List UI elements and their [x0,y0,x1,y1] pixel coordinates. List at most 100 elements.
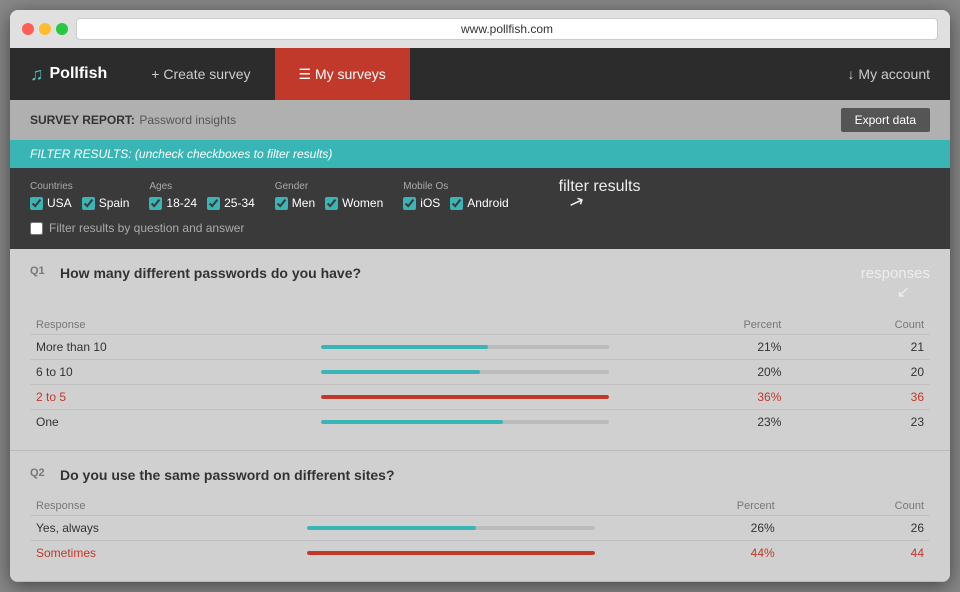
qa-filter-checkbox[interactable] [30,222,43,235]
minimize-button[interactable] [39,23,51,35]
response-label: Yes, always [30,516,301,541]
spain-checkbox[interactable] [82,197,95,210]
filter-qa-row: Filter results by question and answer [30,221,930,243]
question-2-number: Q2 [30,467,50,479]
filter-ios[interactable]: iOS [403,196,440,210]
count-value: 23 [787,410,930,435]
main-content: Q1 How many different passwords do you h… [10,249,950,582]
filter-row-main: Countries USA Spain Ages [30,178,930,213]
response-label: One [30,410,315,435]
question-1-block: Q1 How many different passwords do you h… [10,249,950,451]
my-account-nav[interactable]: ↓ My account [828,48,950,100]
count-header-2: Count [781,497,930,516]
usa-checkbox[interactable] [30,197,43,210]
mobile-os-label: Mobile os [403,181,508,192]
qa-filter-label: Filter results by question and answer [49,221,244,235]
responses-text: responses [861,265,930,282]
question-2-text: Do you use the same password on differen… [60,467,395,483]
bar-header-2 [301,497,601,516]
survey-report-bar: SURVEY REPORT: Password insights Export … [10,100,950,140]
filter-bar: FILTER RESULTS: (uncheck checkboxes to f… [10,140,950,168]
countries-label: Countries [30,181,129,192]
filter-group-mobile-os: Mobile os iOS Android [403,181,508,210]
filter-25-34[interactable]: 25-34 [207,196,255,210]
question-2-header: Q2 Do you use the same password on diffe… [30,467,930,483]
mobile-os-checkboxes: iOS Android [403,196,508,210]
filter-results-annotation: filter results ↙ [559,178,641,213]
url-bar[interactable]: www.pollfish.com [76,18,938,40]
countries-checkboxes: USA Spain [30,196,129,210]
create-survey-nav[interactable]: + Create survey [127,48,274,100]
response-header-2: Response [30,497,301,516]
response-label: More than 10 [30,335,315,360]
filter-spain[interactable]: Spain [82,196,130,210]
gender-checkboxes: Men Women [275,196,383,210]
percent-value: 20% [615,360,787,385]
spain-label: Spain [99,196,130,210]
nav-bar: ♫ Pollfish + Create survey ☰ My surveys … [10,48,950,100]
table-row: One 23% 23 [30,410,930,435]
count-value: 44 [781,541,930,566]
question-1-header: Q1 How many different passwords do you h… [30,265,930,302]
count-value: 21 [787,335,930,360]
filter-options: Countries USA Spain Ages [10,168,950,249]
filter-18-24[interactable]: 18-24 [149,196,197,210]
filter-usa[interactable]: USA [30,196,72,210]
question-2-table: Response Percent Count Yes, always 26% 2… [30,497,930,565]
filter-women[interactable]: Women [325,196,383,210]
age-25-34-label: 25-34 [224,196,255,210]
bar-cell [301,516,601,541]
count-value: 26 [781,516,930,541]
browser-chrome: www.pollfish.com [10,10,950,48]
gender-label: Gender [275,181,383,192]
response-label: 6 to 10 [30,360,315,385]
ages-label: Ages [149,181,254,192]
browser-window: www.pollfish.com ♫ Pollfish + Create sur… [10,10,950,582]
android-checkbox[interactable] [450,197,463,210]
age-18-24-checkbox[interactable] [149,197,162,210]
ios-label: iOS [420,196,440,210]
bar-cell [315,410,615,435]
bar-cell [315,385,615,410]
age-25-34-checkbox[interactable] [207,197,220,210]
percent-value: 23% [615,410,787,435]
nav-items: + Create survey ☰ My surveys [127,48,827,100]
filter-group-gender: Gender Men Women [275,181,383,210]
percent-value: 36% [615,385,787,410]
export-data-button[interactable]: Export data [841,108,930,132]
count-value: 20 [787,360,930,385]
my-surveys-nav[interactable]: ☰ My surveys [275,48,410,100]
men-checkbox[interactable] [275,197,288,210]
percent-header-2: Percent [601,497,781,516]
close-button[interactable] [22,23,34,35]
question-2-block: Q2 Do you use the same password on diffe… [10,451,950,582]
filter-android[interactable]: Android [450,196,508,210]
survey-report-label: SURVEY REPORT: [30,113,135,127]
filter-group-countries: Countries USA Spain [30,181,129,210]
age-18-24-label: 18-24 [166,196,197,210]
bar-cell [315,335,615,360]
percent-value: 26% [601,516,781,541]
logo: ♫ Pollfish [10,48,127,100]
women-checkbox[interactable] [325,197,338,210]
ios-checkbox[interactable] [403,197,416,210]
table-row: 2 to 5 36% 36 [30,385,930,410]
question-1-number: Q1 [30,265,50,277]
men-label: Men [292,196,315,210]
logo-icon: ♫ [30,64,44,85]
response-label: 2 to 5 [30,385,315,410]
bar-cell [301,541,601,566]
percent-value: 21% [615,335,787,360]
filter-men[interactable]: Men [275,196,315,210]
survey-report-title: SURVEY REPORT: Password insights [30,111,236,129]
android-label: Android [467,196,508,210]
responses-annotation: responses ↙ [861,265,930,302]
table-row: Yes, always 26% 26 [30,516,930,541]
bar-cell [315,360,615,385]
maximize-button[interactable] [56,23,68,35]
filter-header: FILTER RESULTS: [30,147,132,161]
percent-header-1: Percent [615,316,787,335]
ages-checkboxes: 18-24 25-34 [149,196,254,210]
survey-report-name: Password insights [139,113,236,127]
response-label: Sometimes [30,541,301,566]
